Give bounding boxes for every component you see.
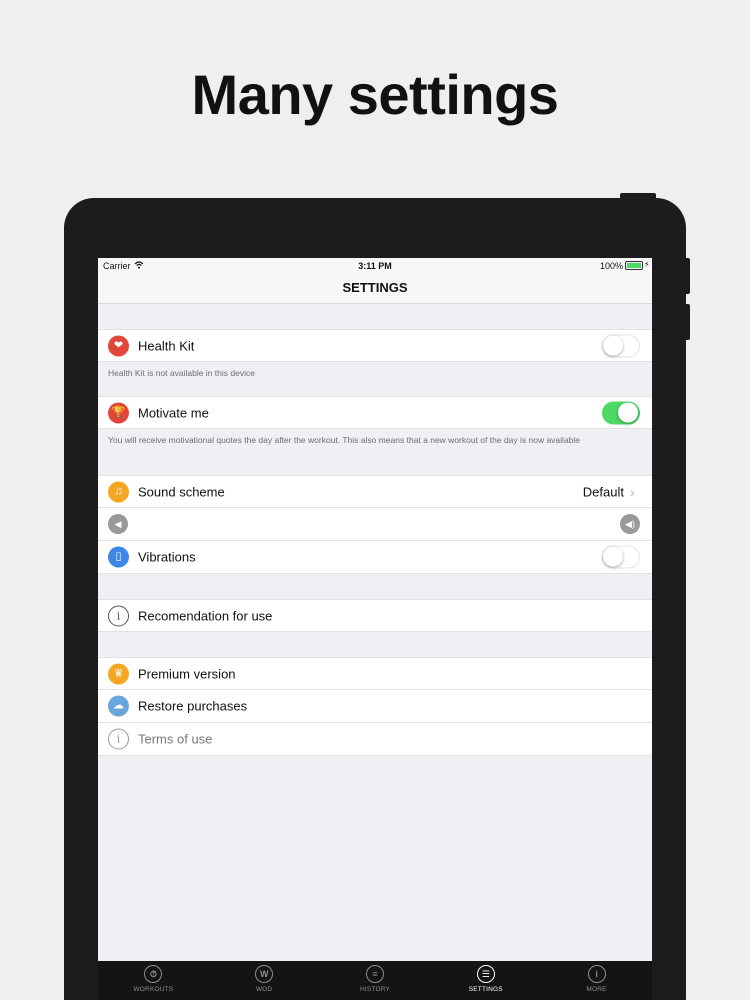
chevron-right-icon: › [630, 483, 635, 500]
volume-row: ◀ ◀) [98, 508, 652, 541]
trophy-icon: 🏆 [108, 402, 129, 423]
tab-settings[interactable]: ☰ SETTINGS [430, 961, 541, 1000]
tab-label: MORE [586, 986, 607, 993]
app-screen: Carrier 3:11 PM 100% ⚡ SETTINGS ❤ Health… [98, 258, 652, 1000]
recommendation-label: Recomendation for use [138, 608, 273, 623]
vibrations-label: Vibrations [138, 549, 196, 565]
speaker-low-icon[interactable]: ◀ [108, 514, 128, 534]
sound-scheme-label: Sound scheme [138, 484, 225, 499]
tab-label: SETTINGS [468, 986, 503, 993]
health-kit-row: ❤ Health Kit [98, 329, 652, 362]
volume-down-button [684, 304, 690, 340]
page-title: SETTINGS [98, 274, 652, 304]
music-note-icon: ♫ [108, 481, 129, 502]
recommendation-row[interactable]: i Recomendation for use [98, 599, 652, 632]
vibrations-row: ▯ Vibrations [98, 541, 652, 574]
restore-label: Restore purchases [138, 698, 248, 714]
tab-label: HISTORY [359, 986, 391, 993]
tab-workouts[interactable]: ⏱ WORKOUTS [98, 961, 209, 1000]
tab-label: WORKOUTS [133, 986, 174, 993]
premium-row[interactable]: ♛ Premium version [98, 657, 652, 690]
motivate-me-toggle[interactable] [602, 401, 640, 424]
sound-scheme-row[interactable]: ♫ Sound scheme Default › [98, 475, 652, 508]
battery-icon [625, 261, 643, 270]
health-kit-label: Health Kit [138, 338, 195, 353]
tab-history[interactable]: ≡ HISTORY [320, 961, 431, 1000]
sliders-icon: ☰ [476, 965, 495, 983]
motivate-me-row: 🏆 Motivate me [98, 396, 652, 429]
sound-scheme-value: Default [582, 484, 624, 499]
phone-vibrate-icon: ▯ [108, 546, 129, 568]
cloud-icon: ☁ [108, 695, 129, 717]
health-kit-toggle[interactable] [602, 334, 640, 357]
stopwatch-icon: ⏱ [144, 965, 163, 983]
charging-icon: ⚡ [644, 260, 650, 269]
status-bar: Carrier 3:11 PM 100% ⚡ [98, 258, 652, 274]
battery-percent: 100% [600, 261, 624, 271]
tab-more[interactable]: i MORE [541, 961, 652, 1000]
restore-row[interactable]: ☁ Restore purchases [98, 690, 652, 723]
list-icon: ≡ [365, 965, 384, 983]
volume-up-button [684, 258, 690, 294]
tab-bar: ⏱ WORKOUTS W WOD ≡ HISTORY ☰ SETTINGS i … [98, 961, 652, 1000]
power-button [620, 193, 656, 201]
tab-label: WOD [255, 986, 273, 993]
motivate-note: You will receive motivational quotes the… [108, 435, 581, 445]
info-icon: i [108, 728, 129, 750]
w-circle-icon: W [255, 965, 274, 983]
speaker-high-icon[interactable]: ◀) [620, 514, 640, 534]
crown-icon: ♛ [108, 663, 129, 684]
terms-label: Terms of use [138, 731, 213, 747]
info-icon: i [587, 965, 606, 983]
terms-row[interactable]: i Terms of use [98, 723, 652, 756]
motivate-me-label: Motivate me [138, 405, 209, 420]
health-kit-note: Health Kit is not available in this devi… [108, 368, 255, 378]
vibrations-toggle[interactable] [602, 545, 640, 569]
tab-wod[interactable]: W WOD [209, 961, 320, 1000]
premium-label: Premium version [138, 666, 236, 681]
health-kit-icon: ❤ [108, 335, 129, 356]
info-icon: i [108, 605, 129, 626]
clock: 3:11 PM [358, 261, 392, 271]
headline: Many settings [191, 63, 559, 126]
